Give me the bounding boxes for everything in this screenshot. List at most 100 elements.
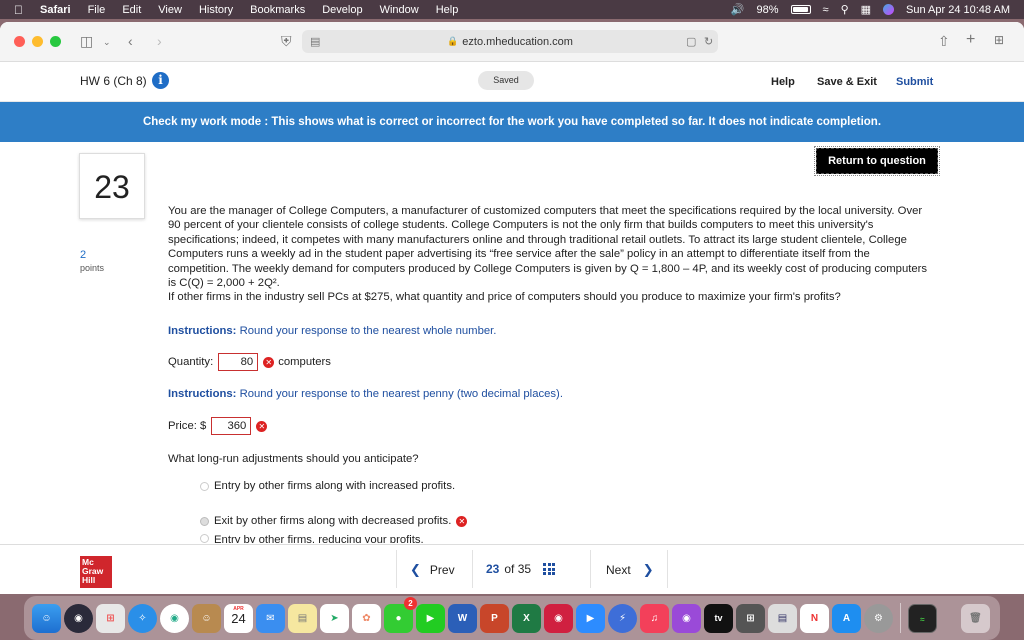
powerpoint-icon[interactable]: P <box>480 603 509 633</box>
price-input[interactable]: 360 <box>211 417 252 435</box>
question-text: You are the manager of College Computers… <box>168 204 928 305</box>
info-icon[interactable]: i <box>152 72 169 89</box>
minimize-window-button[interactable] <box>32 36 43 47</box>
longrun-question: What long-run adjustments should you ant… <box>168 453 419 465</box>
price-label: Price: $ <box>168 420 207 432</box>
siri-icon[interactable] <box>883 4 895 15</box>
wifi-icon[interactable]: ≈ <box>823 4 829 16</box>
battery-icon[interactable] <box>790 5 811 14</box>
menu-history[interactable]: History <box>199 4 233 16</box>
music-icon[interactable]: ♫ <box>640 603 669 633</box>
menu-edit[interactable]: Edit <box>122 4 141 16</box>
calculator-icon[interactable]: ⊞ <box>736 603 765 633</box>
menu-file[interactable]: File <box>88 4 106 16</box>
question-grid-icon[interactable] <box>543 563 556 575</box>
tab-grid-icon[interactable]: ⊞ <box>994 33 1004 47</box>
menu-window[interactable]: Window <box>380 4 419 16</box>
word-icon[interactable]: W <box>448 603 477 633</box>
podcasts-icon[interactable]: ◉ <box>672 603 701 633</box>
apple-tv-icon[interactable]: tv <box>704 603 733 633</box>
return-to-question-button[interactable]: Return to question <box>814 146 940 176</box>
radio-button-selected[interactable] <box>200 516 209 526</box>
messages-icon[interactable]: ● 2 <box>384 596 417 633</box>
trash-icon[interactable]: 🗑 <box>961 603 990 633</box>
option-label: Entry by other firms along with increase… <box>214 480 456 492</box>
calendar-icon[interactable]: APR 24 <box>224 603 253 633</box>
sidebar-toggle-icon[interactable]: ◫ <box>80 33 93 50</box>
notes-icon[interactable]: ▤ <box>288 603 317 633</box>
activity-monitor-icon[interactable]: ≈ <box>908 603 937 633</box>
messenger-icon[interactable]: ⚡ <box>608 603 637 633</box>
zoom-icon[interactable]: ▶ <box>576 603 605 633</box>
macos-menu-bar:  Safari File Edit View History Bookmark… <box>0 0 1024 19</box>
instructions-text: Round your response to the nearest penny… <box>239 388 563 400</box>
address-bar[interactable]: 🔒 ezto.mheducation.com <box>302 30 718 53</box>
instructions-label: Instructions: <box>168 325 237 337</box>
tab-overview-icon[interactable]: ▢ <box>686 35 696 48</box>
incorrect-icon: ✕ <box>456 515 468 527</box>
divider <box>667 550 668 588</box>
menu-develop[interactable]: Develop <box>322 4 362 16</box>
divider <box>396 550 397 588</box>
safari-window: ◫ ⌄ ‹ › ⛨ 🔒 ezto.mheducation.com ▤ ▢ ↻ ⇧… <box>0 22 1024 594</box>
submit-link[interactable]: Submit <box>896 76 933 88</box>
reader-icon[interactable]: ▤ <box>310 35 320 48</box>
radio-button[interactable] <box>200 534 209 543</box>
reload-icon[interactable]: ↻ <box>704 35 713 48</box>
question-pager[interactable]: 23 of 35 <box>486 562 556 576</box>
safari-icon[interactable]: ✧ <box>128 603 157 633</box>
contacts-icon[interactable]: ☺ <box>192 603 221 633</box>
dock-separator <box>900 603 901 633</box>
menu-view[interactable]: View <box>158 4 182 16</box>
save-exit-link[interactable]: Save & Exit <box>817 76 877 88</box>
option-entry-reducing[interactable]: Entry by other firms, reducing your prof… <box>200 534 424 543</box>
menu-help[interactable]: Help <box>436 4 459 16</box>
quantity-input[interactable]: 80 <box>218 353 259 371</box>
launchpad-icon[interactable]: ⊞ <box>96 603 125 633</box>
app-store-icon[interactable]: A <box>832 603 861 633</box>
news-icon[interactable]: N <box>800 603 829 633</box>
instructions-text: Round your response to the nearest whole… <box>239 325 497 337</box>
volume-icon[interactable]: 🔊 <box>731 3 745 16</box>
control-center-icon[interactable]: ▦ <box>861 3 871 16</box>
chrome-icon[interactable]: ◉ <box>160 603 189 633</box>
maps-icon[interactable]: ➤ <box>320 603 349 633</box>
quantity-row: Quantity: 80 ✕ computers <box>168 353 331 371</box>
mail-icon[interactable]: ✉ <box>256 603 285 633</box>
menu-bookmarks[interactable]: Bookmarks <box>250 4 305 16</box>
menu-datetime[interactable]: Sun Apr 24 10:48 AM <box>906 4 1010 16</box>
preview-icon[interactable]: ▤ <box>768 603 797 633</box>
shield-icon[interactable]: ⛨ <box>281 33 292 50</box>
help-link[interactable]: Help <box>771 76 795 88</box>
siri-app-icon[interactable]: ◉ <box>64 603 93 633</box>
chevron-left-icon: ❮ <box>410 562 421 577</box>
points-label: points <box>80 263 105 273</box>
photos-icon[interactable]: ✿ <box>352 603 381 633</box>
excel-icon[interactable]: X <box>512 603 541 633</box>
forward-icon[interactable]: › <box>157 33 162 49</box>
radio-button[interactable] <box>200 481 209 491</box>
next-button[interactable]: Next ❯ <box>606 562 654 578</box>
creative-cloud-icon[interactable]: ◉ <box>544 603 573 633</box>
prev-button[interactable]: ❮ Prev <box>410 562 455 578</box>
option-exit-decreased[interactable]: Exit by other firms along with decreased… <box>200 515 471 527</box>
spotlight-icon[interactable]: ⚲ <box>841 3 849 16</box>
zoom-window-button[interactable] <box>50 36 61 47</box>
finder-icon[interactable]: ☺ <box>32 603 61 633</box>
sidebar-dropdown-icon[interactable]: ⌄ <box>103 37 111 48</box>
facetime-icon[interactable]: ▶ <box>416 603 445 633</box>
current-question: 23 <box>486 562 500 576</box>
menu-app-safari[interactable]: Safari <box>40 4 71 16</box>
question-body: You are the manager of College Computers… <box>168 205 928 290</box>
back-icon[interactable]: ‹ <box>128 33 133 49</box>
chevron-right-icon: ❯ <box>642 562 654 577</box>
apple-menu-icon[interactable]:  <box>14 3 30 17</box>
close-window-button[interactable] <box>14 36 25 47</box>
new-tab-icon[interactable]: + <box>966 31 975 49</box>
option-entry-increased[interactable]: Entry by other firms along with increase… <box>200 480 455 492</box>
share-icon[interactable]: ⇧ <box>938 33 950 50</box>
instructions-price: Instructions: Round your response to the… <box>168 388 563 400</box>
divider <box>472 550 473 588</box>
option-label: Exit by other firms along with decreased… <box>214 515 452 527</box>
system-preferences-icon[interactable]: ⚙ <box>864 603 893 633</box>
